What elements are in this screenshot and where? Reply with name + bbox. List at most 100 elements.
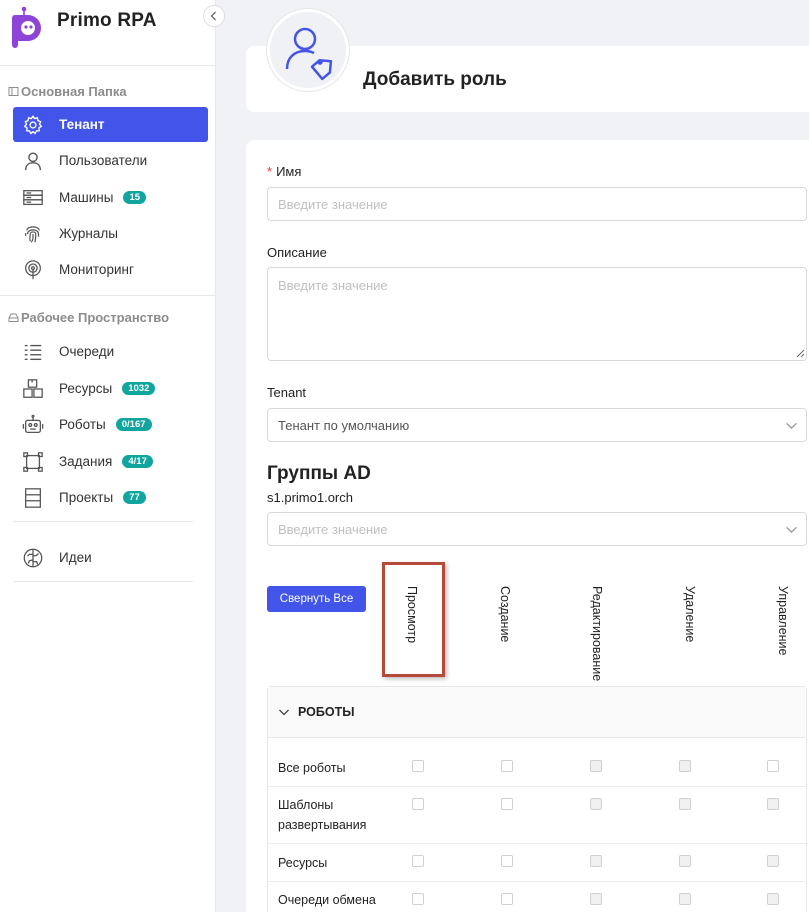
description-textarea[interactable]	[267, 267, 807, 361]
sidebar-item-monitoring[interactable]: Мониторинг	[13, 252, 208, 287]
section-main-folder[interactable]: Основная Папка	[8, 84, 127, 99]
checkbox[interactable]	[501, 760, 513, 772]
chevron-down-icon	[786, 422, 797, 430]
sidebar-item-jobs[interactable]: Задания 4/17	[13, 444, 208, 479]
sidebar-item-label: Машины	[59, 190, 114, 205]
collapse-sidebar-button[interactable]	[203, 5, 225, 27]
sidebar-item-label: Идеи	[59, 550, 92, 565]
sidebar-item-tenant[interactable]: Тенант	[13, 107, 208, 142]
fingerprint-icon	[21, 222, 45, 246]
required-mark: *	[267, 164, 273, 179]
checkbox[interactable]	[412, 855, 424, 867]
permissions-table: РОБОТЫ Все роботы Шаблоны развертывания …	[267, 686, 807, 912]
divider	[0, 65, 216, 66]
sidebar-item-ideas[interactable]: Идеи	[13, 540, 208, 575]
section-title: Рабочее Пространство	[21, 310, 170, 325]
checkbox[interactable]	[679, 798, 691, 810]
divider	[0, 295, 216, 296]
page-title: Добавить роль	[363, 69, 507, 90]
sidebar-item-label: Проекты	[59, 490, 114, 505]
divider	[13, 581, 193, 582]
count-badge: 0/167	[115, 418, 152, 431]
column-manage: Управление	[776, 586, 790, 656]
checkbox[interactable]	[679, 760, 691, 772]
checkbox[interactable]	[767, 855, 779, 867]
row-name: Шаблоны развертывания	[278, 798, 367, 832]
role-avatar	[267, 9, 349, 91]
sidebar-item-machines[interactable]: Машины 15	[13, 180, 208, 215]
resize-grip-icon[interactable]	[795, 348, 805, 358]
boxes-icon	[21, 377, 45, 401]
server-icon	[21, 186, 45, 210]
folder-icon	[8, 87, 19, 96]
column-delete: Удаление	[683, 586, 697, 643]
tenant-select[interactable]: Тенант по умолчанию	[267, 408, 807, 442]
checkbox[interactable]	[590, 893, 602, 905]
ad-groups-select[interactable]: Введите значение	[267, 512, 807, 546]
tenant-label: Tenant	[267, 385, 307, 400]
sidebar-item-projects[interactable]: Проекты 77	[13, 480, 208, 515]
checkbox[interactable]	[767, 798, 779, 810]
sidebar-item-label: Ресурсы	[59, 381, 113, 396]
row-name: Все роботы	[278, 761, 346, 775]
checkbox[interactable]	[412, 893, 424, 905]
ad-groups-placeholder: Введите значение	[278, 521, 388, 537]
sidebar-item-users[interactable]: Пользователи	[13, 143, 208, 178]
count-badge: 15	[123, 191, 147, 204]
checkbox[interactable]	[501, 798, 513, 810]
sidebar-item-label: Задания	[59, 454, 113, 469]
checkbox[interactable]	[501, 855, 513, 867]
collapse-all-button[interactable]: Свернуть Все	[267, 586, 366, 612]
description-label: Описание	[267, 245, 327, 260]
column-create: Создание	[498, 586, 512, 643]
project-icon	[21, 486, 45, 510]
name-label: * Имя	[267, 164, 302, 179]
sidebar-item-label: Мониторинг	[59, 262, 134, 277]
sidebar-item-label: Журналы	[59, 226, 118, 241]
app-name: Primo RPA	[57, 10, 157, 31]
sidebar-item-label: Тенант	[59, 117, 105, 132]
divider	[13, 521, 193, 522]
inbox-icon	[8, 313, 19, 322]
ad-groups-domain: s1.primo1.orch	[267, 490, 353, 505]
sidebar-item-queues[interactable]: Очереди	[13, 334, 208, 369]
checkbox[interactable]	[590, 855, 602, 867]
highlight-annotation	[382, 562, 445, 677]
table-row: Шаблоны развертывания	[268, 787, 806, 844]
table-row: Все роботы	[268, 749, 806, 787]
brain-icon	[21, 546, 45, 570]
user-icon	[21, 149, 45, 173]
section-title: РОБОТЫ	[298, 705, 355, 719]
chevron-down-icon	[279, 709, 289, 716]
sidebar-item-robots[interactable]: Роботы 0/167	[13, 407, 208, 442]
signal-icon	[21, 258, 45, 282]
sidebar-item-label: Очереди	[59, 344, 115, 359]
row-name: Очереди обмена	[278, 893, 376, 907]
checkbox[interactable]	[412, 798, 424, 810]
checkbox[interactable]	[590, 798, 602, 810]
tasks-icon	[21, 450, 45, 474]
app-logo[interactable]: Primo RPA	[10, 6, 157, 50]
checkbox[interactable]	[590, 760, 602, 772]
gear-icon	[21, 113, 45, 137]
checkbox[interactable]	[679, 893, 691, 905]
sidebar-item-resources[interactable]: Ресурсы 1032	[13, 371, 208, 406]
table-row: Ресурсы	[268, 844, 806, 882]
section-workspace[interactable]: Рабочее Пространство	[8, 310, 169, 325]
robots-section-header[interactable]: РОБОТЫ	[268, 687, 806, 738]
checkbox[interactable]	[501, 893, 513, 905]
row-name: Ресурсы	[278, 856, 328, 870]
list-icon	[21, 340, 45, 364]
checkbox[interactable]	[767, 760, 779, 772]
ad-groups-title: Группы AD	[267, 463, 371, 484]
name-input[interactable]	[267, 187, 807, 221]
count-badge: 1032	[122, 382, 156, 395]
sidebar-item-logs[interactable]: Журналы	[13, 216, 208, 251]
count-badge: 4/17	[122, 455, 153, 468]
robot-icon	[21, 413, 45, 437]
checkbox[interactable]	[679, 855, 691, 867]
checkbox[interactable]	[767, 893, 779, 905]
primo-logo-icon	[12, 6, 41, 48]
section-title: Основная Папка	[21, 84, 127, 99]
checkbox[interactable]	[412, 760, 424, 772]
